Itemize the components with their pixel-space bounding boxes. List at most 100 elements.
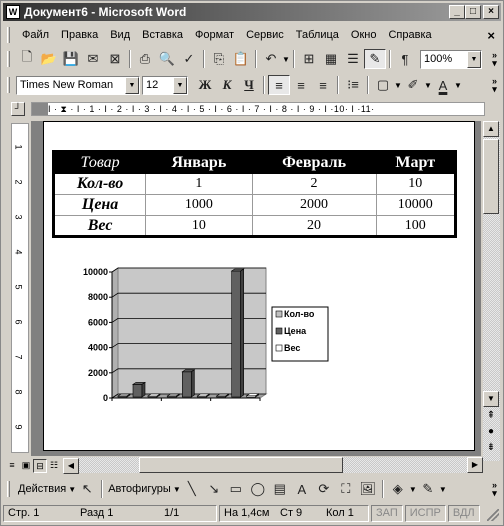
copy-icon[interactable]: ⎘ — [208, 49, 230, 69]
table-row-header[interactable]: Вес — [52, 215, 147, 237]
status-rec[interactable]: ЗАП — [371, 504, 403, 522]
table-cell[interactable]: 10 — [145, 215, 253, 237]
outline-view-icon[interactable]: ☷ — [47, 459, 61, 473]
table-row-header[interactable]: Кол-во — [52, 173, 147, 195]
fill-color-icon[interactable]: ◈ — [387, 479, 409, 499]
font-color-dropdown-icon[interactable]: ▼ — [454, 81, 462, 90]
autoshapes-menu[interactable]: Автофигуры — [106, 483, 173, 495]
word-app-icon[interactable]: W — [6, 5, 20, 19]
menu-tools[interactable]: Сервис — [240, 29, 290, 41]
menu-table[interactable]: Таблица — [290, 29, 345, 41]
toolbar-grip[interactable] — [7, 51, 10, 67]
menu-edit[interactable]: Правка — [55, 29, 104, 41]
menu-window[interactable]: Окно — [345, 29, 383, 41]
align-right-icon[interactable]: ≡ — [312, 75, 334, 95]
align-center-icon[interactable]: ≡ — [290, 75, 312, 95]
toolbar-options-icon[interactable]: » ▾ — [492, 77, 497, 94]
bold-button[interactable]: Ж — [194, 75, 216, 95]
chevron-down-icon[interactable]: ▼ — [68, 485, 76, 494]
italic-button[interactable]: К — [216, 75, 238, 95]
clip-art-icon[interactable]: ⛶ — [335, 479, 357, 499]
email-icon[interactable]: ✉ — [82, 49, 104, 69]
save-icon[interactable]: 💾 — [60, 49, 82, 69]
close-document-icon[interactable]: × — [487, 28, 495, 43]
open-folder-icon[interactable]: 📂 — [38, 49, 60, 69]
underline-button[interactable]: Ч — [238, 75, 260, 95]
menu-file[interactable]: Файл — [16, 29, 55, 41]
print-layout-icon[interactable]: ⊟ — [33, 458, 47, 473]
scroll-up-icon[interactable]: ▲ — [483, 121, 499, 137]
scroll-left-icon[interactable]: ◀ — [63, 457, 79, 474]
arrow-icon[interactable]: ↘ — [203, 479, 225, 499]
vertical-ruler[interactable]: 1 2 3 4 5 6 7 8 9 — [11, 123, 29, 453]
columns-icon[interactable]: ☰ — [342, 49, 364, 69]
fill-color-dropdown-icon[interactable]: ▼ — [409, 485, 417, 494]
table-header-cell[interactable]: Товар — [52, 151, 147, 174]
text-box-icon[interactable]: ▤ — [269, 479, 291, 499]
minimize-button[interactable]: _ — [449, 5, 465, 19]
new-document-icon[interactable]: 🗋 — [16, 49, 38, 69]
table-row-header[interactable]: Цена — [52, 194, 147, 216]
insert-picture-icon[interactable]: 🖼 — [357, 479, 379, 499]
permission-icon[interactable]: ⊠ — [104, 49, 126, 69]
highlight-dropdown-icon[interactable]: ▼ — [424, 81, 432, 90]
next-page-icon[interactable]: ⇟ — [483, 441, 499, 457]
tab-selector-icon[interactable]: ┘ — [11, 102, 25, 116]
chevron-down-icon[interactable]: ▼ — [173, 485, 181, 494]
chevron-down-icon[interactable]: ▼ — [125, 76, 139, 94]
vertical-scroll-thumb[interactable] — [483, 139, 499, 214]
insert-table-icon[interactable]: ▦ — [320, 49, 342, 69]
table-cell[interactable]: 20 — [251, 215, 377, 237]
font-color-icon[interactable]: A — [432, 75, 454, 95]
data-table[interactable]: Товар Январь Февраль Март Кол-во 1 2 10 … — [52, 150, 457, 238]
borders-icon[interactable]: ▢ — [372, 75, 394, 95]
document-area[interactable]: Товар Январь Февраль Март Кол-во 1 2 10 … — [31, 121, 481, 456]
chevron-down-icon[interactable]: ▼ — [173, 76, 187, 94]
horizontal-scroll-thumb[interactable] — [139, 457, 343, 473]
undo-dropdown-icon[interactable]: ▼ — [282, 55, 290, 64]
chevron-down-icon[interactable]: ▼ — [467, 50, 481, 68]
table-cell[interactable]: 100 — [375, 215, 457, 237]
paste-icon[interactable]: 📋 — [230, 49, 252, 69]
scroll-down-icon[interactable]: ▼ — [483, 391, 499, 407]
toolbar-options-icon[interactable]: » ▾ — [492, 51, 497, 68]
print-icon[interactable]: ⎙ — [134, 49, 156, 69]
show-formatting-icon[interactable]: ¶ — [394, 49, 416, 69]
wordart-icon[interactable]: A — [291, 479, 313, 499]
diagram-icon[interactable]: ⟳ — [313, 479, 335, 499]
zoom-combo[interactable]: 100% ▼ — [420, 49, 482, 69]
vertical-scrollbar[interactable]: ▲ ▼ ⇞ ● ⇟ — [483, 121, 500, 461]
table-cell[interactable]: 2 — [251, 173, 377, 195]
toolbar-grip[interactable] — [7, 77, 10, 93]
status-ext[interactable]: ВДЛ — [447, 504, 480, 522]
actions-menu[interactable]: Действия — [16, 483, 68, 495]
oval-icon[interactable]: ◯ — [247, 479, 269, 499]
print-preview-icon[interactable]: 🔍 — [156, 49, 178, 69]
resize-grip-icon[interactable] — [487, 509, 499, 521]
select-browse-object-icon[interactable]: ● — [483, 425, 499, 441]
normal-view-icon[interactable]: ≡ — [5, 459, 19, 473]
close-button[interactable]: × — [483, 5, 499, 19]
undo-icon[interactable]: ↶ — [260, 49, 282, 69]
menu-help[interactable]: Справка — [382, 29, 437, 41]
highlight-icon[interactable]: ✐ — [402, 75, 424, 95]
table-cell[interactable]: 2000 — [251, 194, 377, 216]
line-color-dropdown-icon[interactable]: ▼ — [439, 485, 447, 494]
line-icon[interactable]: ╲ — [181, 479, 203, 499]
menu-view[interactable]: Вид — [104, 29, 136, 41]
drawing-icon[interactable]: ✎ — [364, 49, 386, 69]
menu-format[interactable]: Формат — [189, 29, 240, 41]
table-cell[interactable]: 1000 — [145, 194, 253, 216]
spelling-icon[interactable]: ✓ — [178, 49, 200, 69]
borders-dropdown-icon[interactable]: ▼ — [394, 81, 402, 90]
tables-borders-icon[interactable]: ⊞ — [298, 49, 320, 69]
toolbar-grip[interactable] — [7, 27, 10, 43]
horizontal-ruler[interactable]: ┘ I · ⧗ · I · 1 · I · 2 · I · 3 · I · 4 … — [11, 99, 485, 119]
rectangle-icon[interactable]: ▭ — [225, 479, 247, 499]
menu-insert[interactable]: Вставка — [136, 29, 189, 41]
toolbar-grip[interactable] — [7, 481, 10, 497]
table-cell[interactable]: 10000 — [375, 194, 457, 216]
web-view-icon[interactable]: ▣ — [19, 459, 33, 473]
ruler-strip[interactable]: I · ⧗ · I · 1 · I · 2 · I · 3 · I · 4 · … — [31, 102, 485, 116]
horizontal-scrollbar[interactable]: ▶ — [79, 457, 483, 473]
